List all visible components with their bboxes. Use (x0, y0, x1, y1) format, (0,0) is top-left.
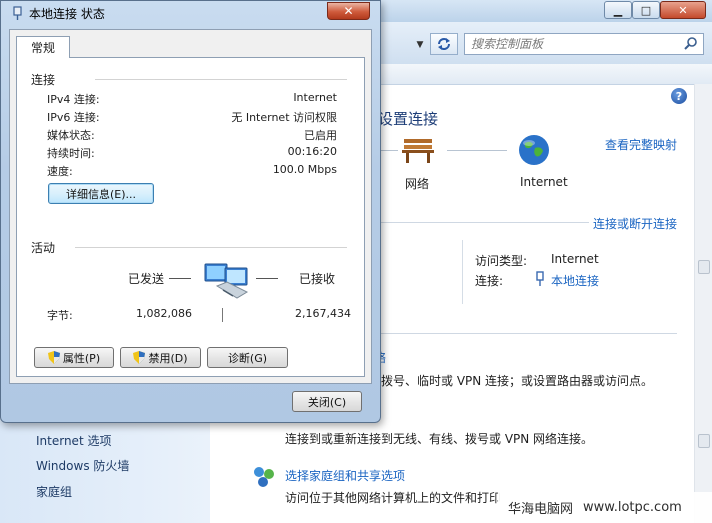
activity-group-line (75, 247, 347, 248)
sent-label: 已发送 (128, 272, 165, 286)
received-line (256, 278, 278, 279)
local-connection-status-dialog: 本地连接 状态 ✕ 连接 IPv4 连接: Internet IPv6 连接: … (0, 0, 381, 423)
section-divider (381, 222, 589, 223)
tasks-divider (381, 333, 677, 334)
activity-group-title: 活动 (31, 239, 60, 256)
received-label: 已接收 (299, 272, 336, 286)
shield-icon (47, 351, 60, 364)
minimize-icon: ▁ (613, 3, 623, 17)
ipv4-row: IPv4 连接: Internet (47, 91, 337, 107)
connect-disconnect-link[interactable]: 连接或断开连接 (593, 215, 677, 232)
left-link-internet-options[interactable]: Internet 选项 (36, 432, 111, 449)
speed-value: 100.0 Mbps (272, 163, 337, 176)
search-input[interactable] (471, 34, 671, 54)
search-box[interactable] (464, 33, 704, 55)
duration-value: 00:16:20 (287, 145, 337, 158)
help-icon[interactable]: ? (671, 88, 687, 104)
ipv4-value: Internet (293, 91, 337, 104)
ipv6-label: IPv6 连接: (47, 111, 100, 124)
refresh-button[interactable] (430, 33, 458, 55)
map-line-right (447, 150, 507, 151)
properties-button[interactable]: 属性(P) (34, 347, 114, 368)
close-icon: ✕ (343, 4, 354, 18)
connection-details: IPv4 连接: Internet IPv6 连接: 无 Internet 访问… (47, 91, 337, 181)
network-adapter-icon (13, 6, 22, 20)
connection-group-title: 连接 (31, 71, 60, 88)
media-state-label: 媒体状态: (47, 129, 95, 142)
vertical-scrollbar[interactable] (694, 84, 712, 523)
ipv4-label: IPv4 连接: (47, 93, 100, 106)
dialog-close-button[interactable]: ✕ (327, 2, 370, 20)
homegroup-icon (254, 467, 274, 487)
disable-button-label: 禁用(D) (148, 351, 188, 365)
watermark-cn: 华海电脑网 (508, 502, 574, 517)
tab-panel-general: 连接 IPv4 连接: Internet IPv6 连接: 无 Internet… (16, 57, 365, 377)
media-state-value: 已启用 (304, 129, 337, 142)
maximize-icon: □ (640, 3, 652, 17)
speed-row: 速度: 100.0 Mbps (47, 163, 337, 179)
page-heading: 设置连接 (378, 110, 439, 128)
network-map-network-label: 网络 (405, 177, 430, 191)
bytes-label: 字节: (47, 309, 73, 322)
speed-label: 速度: (47, 165, 73, 178)
close-icon: ✕ (678, 3, 688, 17)
task-connect-network-desc: 连接到或重新连接到无线、有线、拨号或 VPN 网络连接。 (285, 432, 594, 446)
bytes-sent-value: 1,082,086 (136, 307, 192, 320)
bytes-divider (222, 308, 223, 322)
close-window-button[interactable]: ✕ (660, 1, 706, 19)
map-line-left (378, 150, 398, 151)
minimize-button[interactable]: ▁ (604, 1, 632, 19)
ipv6-value: 无 Internet 访问权限 (231, 111, 337, 124)
task-setup-connection-desc: 拨号、临时或 VPN 连接；或设置路由器或访问点。 (381, 374, 654, 388)
access-type-value: Internet (551, 252, 599, 266)
refresh-icon (438, 38, 450, 50)
connection-group-line (95, 79, 347, 80)
view-full-map-link[interactable]: 查看完整映射 (605, 136, 677, 153)
bytes-received-value: 2,167,434 (295, 307, 351, 320)
properties-button-label: 属性(P) (62, 351, 101, 365)
dialog-title: 本地连接 状态 (29, 7, 105, 21)
network-computers-icon (204, 263, 249, 299)
maximize-button[interactable]: □ (632, 1, 660, 19)
left-link-windows-firewall[interactable]: Windows 防火墙 (36, 457, 129, 474)
watermark: 华海电脑网 www.lotpc.com (498, 492, 712, 523)
shield-icon (133, 351, 146, 364)
duration-label: 持续时间: (47, 147, 95, 160)
network-map-internet-label: Internet (520, 175, 568, 189)
duration-row: 持续时间: 00:16:20 (47, 145, 337, 161)
ipv6-row: IPv6 连接: 无 Internet 访问权限 (47, 109, 337, 125)
connection-label: 连接: (475, 274, 504, 288)
globe-icon (519, 135, 549, 165)
disable-button[interactable]: 禁用(D) (120, 347, 201, 368)
bench-icon (402, 139, 434, 163)
access-type-label: 访问类型: (475, 254, 528, 268)
scrollbar-thumb-lower[interactable] (698, 434, 710, 448)
homegroup-sharing-link[interactable]: 选择家庭组和共享选项 (285, 467, 405, 484)
diagnose-button[interactable]: 诊断(G) (207, 347, 288, 368)
scrollbar-thumb[interactable] (698, 260, 710, 274)
media-state-row: 媒体状态: 已启用 (47, 127, 337, 143)
sent-line (169, 278, 191, 279)
details-divider (462, 240, 463, 304)
network-adapter-icon (536, 271, 544, 286)
close-button[interactable]: 关闭(C) (292, 391, 362, 412)
tab-general[interactable]: 常规 (16, 36, 70, 58)
local-connection-link[interactable]: 本地连接 (551, 272, 599, 289)
homegroup-sharing-desc: 访问位于其他网络计算机上的文件和打印 (285, 491, 502, 505)
left-link-homegroup[interactable]: 家庭组 (36, 483, 72, 500)
address-dropdown-icon[interactable]: ▼ (412, 35, 428, 55)
details-button[interactable]: 详细信息(E)... (48, 183, 154, 204)
watermark-url: www.lotpc.com (583, 500, 682, 515)
search-icon[interactable] (683, 36, 699, 52)
